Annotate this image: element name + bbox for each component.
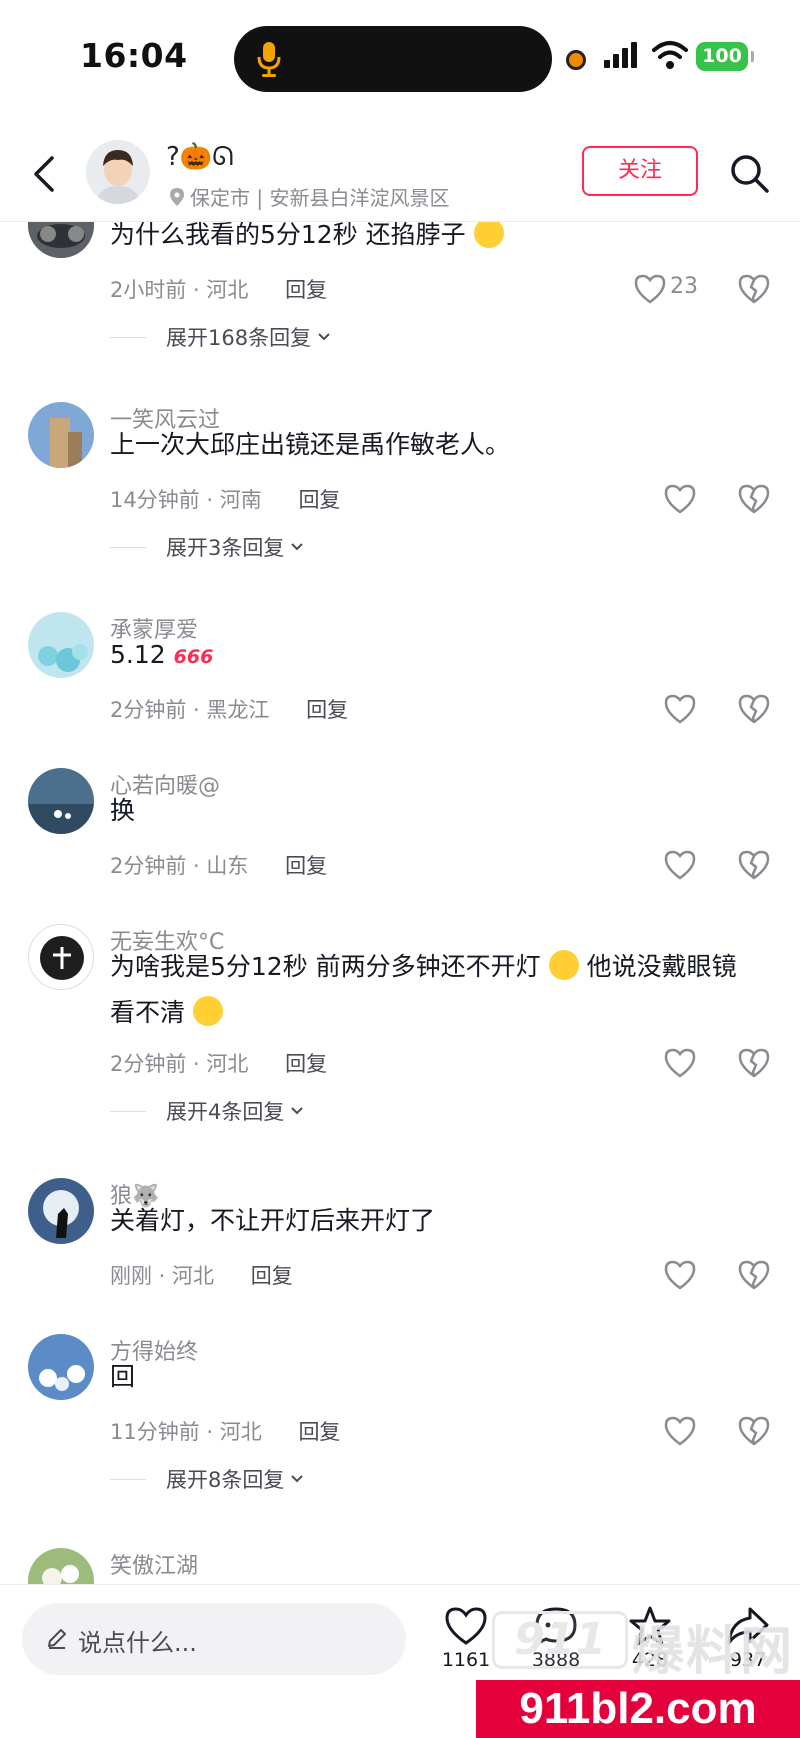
microphone-icon — [257, 42, 281, 77]
expand-replies-button[interactable]: 展开8条回复 — [110, 1464, 304, 1494]
watermark-logo: 911 爆料网 — [492, 1605, 800, 1682]
comment-meta: 2小时前 · 河北 回复 — [110, 278, 328, 302]
reply-button[interactable]: 回复 — [251, 1264, 293, 1288]
heart-icon[interactable] — [664, 850, 696, 880]
location-pin-icon — [170, 187, 184, 206]
watermark-url: 911bl2.com — [476, 1680, 800, 1738]
location-text: 保定市 | 安新县白洋淀风景区 — [190, 186, 450, 210]
chevron-down-icon — [291, 1475, 304, 1483]
comment-avatar[interactable] — [28, 1334, 94, 1400]
broken-heart-icon[interactable] — [738, 849, 770, 881]
follow-button[interactable]: 关注 — [582, 146, 698, 196]
comment-text: 上一次大邱庄出镜还是禹作敏老人。 — [110, 430, 511, 459]
wink-tongue-emoji-icon — [473, 222, 504, 248]
broken-heart-icon[interactable] — [738, 1259, 770, 1291]
like-count: 1161 — [441, 1649, 491, 1671]
expand-replies-button[interactable]: 展开4条回复 — [110, 1096, 304, 1126]
status-bar: 16:04 100 — [0, 0, 800, 118]
location: 保定市 | 安新县白洋淀风景区 — [170, 182, 449, 211]
comment-text: 关着灯，不让开灯后来开灯了 — [110, 1206, 436, 1235]
comment-text: 回 — [110, 1362, 136, 1391]
user-name: ?🎃ᘏ — [166, 142, 234, 172]
heart-icon[interactable] — [664, 694, 696, 724]
reply-button[interactable]: 回复 — [306, 698, 348, 722]
clock: 16:04 — [80, 36, 188, 75]
wifi-icon — [652, 41, 688, 69]
chevron-down-icon — [318, 333, 330, 341]
laughing-crying-emoji-icon — [192, 996, 223, 1026]
broken-heart-icon[interactable] — [738, 693, 770, 725]
reply-button[interactable]: 回复 — [285, 1052, 327, 1076]
watermark-text: 爆料网 — [632, 1622, 795, 1682]
comment-meta: 11分钟前 · 河北 回复 — [110, 1420, 341, 1444]
comment-avatar[interactable] — [28, 402, 94, 468]
reply-button[interactable]: 回复 — [285, 854, 327, 878]
comment-meta: 2分钟前 · 黑龙江 回复 — [110, 698, 349, 722]
pencil-icon — [48, 1629, 66, 1649]
heart-icon[interactable] — [634, 274, 666, 304]
comment-avatar[interactable] — [28, 924, 94, 990]
chevron-down-icon — [291, 1107, 304, 1115]
comment-avatar[interactable] — [28, 612, 94, 678]
watermark-number: 911 — [492, 1611, 628, 1669]
heart-icon[interactable] — [664, 1260, 696, 1290]
heart-icon[interactable] — [664, 484, 696, 514]
signal-icon — [604, 42, 637, 68]
comment-input[interactable]: 说点什么... — [22, 1603, 406, 1675]
heart-icon[interactable] — [664, 1048, 696, 1078]
comment-input-placeholder: 说点什么... — [78, 1629, 197, 1657]
back-arrow-icon[interactable] — [30, 154, 60, 194]
like-button[interactable]: 1161 — [436, 1605, 496, 1671]
expand-replies-button[interactable]: 展开168条回复 — [110, 322, 331, 352]
comment-list[interactable]: 为什么我看的5分12秒 还掐脖子 2小时前 · 河北 回复 23 展开168条回… — [0, 222, 800, 1584]
reply-button[interactable]: 回复 — [298, 1420, 340, 1444]
broken-heart-icon[interactable] — [738, 483, 770, 515]
reply-button[interactable]: 回复 — [298, 488, 340, 512]
expand-replies-button[interactable]: 展开3条回复 — [110, 532, 304, 562]
broken-heart-icon[interactable] — [738, 1415, 770, 1447]
heart-icon[interactable] — [664, 1416, 696, 1446]
comment-text: 为啥我是5分12秒 前两分多钟还不开灯 他说没戴眼镜 看不清 — [110, 950, 737, 1027]
comment-meta: 2分钟前 · 山东 回复 — [110, 854, 328, 878]
comment-meta: 14分钟前 · 河南 回复 — [110, 488, 341, 512]
comment-username[interactable]: 笑傲江湖 — [110, 1548, 198, 1580]
header: ?🎃ᘏ 保定市 | 安新县白洋淀风景区 关注 — [0, 118, 800, 222]
battery-icon: 100 — [696, 42, 754, 71]
reply-button[interactable]: 回复 — [285, 278, 327, 302]
broken-heart-icon[interactable] — [738, 273, 770, 305]
dynamic-island — [234, 26, 552, 92]
comment-avatar[interactable] — [28, 768, 94, 834]
comment-text: 换 — [110, 796, 136, 825]
comment-meta: 刚刚 · 河北 回复 — [110, 1264, 293, 1288]
comment-meta: 2分钟前 · 河北 回复 — [110, 1052, 328, 1076]
comment-avatar[interactable] — [28, 1548, 94, 1584]
comment-avatar[interactable] — [28, 222, 94, 258]
laughing-crying-emoji-icon — [548, 950, 579, 980]
666-emoji-icon: 666 — [173, 646, 214, 668]
comment-avatar[interactable] — [28, 1178, 94, 1244]
heart-icon — [445, 1607, 487, 1645]
broken-heart-icon[interactable] — [738, 1047, 770, 1079]
comment-text: 为什么我看的5分12秒 还掐脖子 — [110, 222, 770, 258]
comment-text: 5.12 666 — [110, 640, 214, 669]
search-icon[interactable] — [728, 152, 770, 194]
avatar[interactable] — [86, 140, 150, 204]
recording-dot-icon — [566, 50, 586, 70]
like-count: 23 — [670, 274, 698, 299]
chevron-down-icon — [291, 543, 304, 551]
